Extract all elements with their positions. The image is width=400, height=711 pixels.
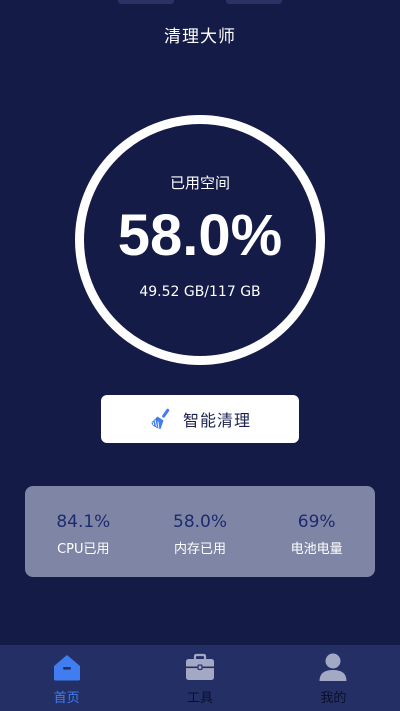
stat-value: 69%: [297, 512, 336, 532]
status-strip-segment: [118, 0, 174, 4]
tab-tools[interactable]: 工具: [133, 645, 266, 711]
toolbox-icon: [185, 653, 214, 680]
status-strip: [0, 0, 400, 4]
status-strip-segment: [226, 0, 282, 4]
storage-usage-text: 49.52 GB/117 GB: [139, 284, 261, 300]
stat-label: 内存已用: [174, 542, 227, 557]
storage-label: 已用空间: [169, 174, 230, 192]
tab-home[interactable]: 首页: [0, 645, 133, 711]
bottom-tab-bar: 首页 工具 我的: [0, 645, 400, 711]
stat-label: 电池电量: [290, 542, 343, 557]
smart-clean-button[interactable]: 智能清理: [101, 395, 299, 443]
stat-value: 58.0%: [173, 512, 228, 532]
storage-percent: 58.0%: [117, 203, 283, 268]
tab-label: 我的: [320, 691, 347, 706]
tab-label: 首页: [53, 691, 80, 706]
stat-value: 84.1%: [56, 512, 111, 532]
smart-clean-label: 智能清理: [182, 411, 251, 430]
profile-icon: [319, 653, 347, 681]
stat-label: CPU已用: [57, 542, 110, 557]
page-title: 清理大师: [164, 27, 236, 47]
system-stats-card: 84.1% CPU已用 58.0% 内存已用 69% 电池电量: [25, 486, 375, 577]
tab-label: 工具: [186, 691, 213, 706]
tab-profile[interactable]: 我的: [267, 645, 400, 711]
stat-memory: 58.0% 内存已用: [142, 486, 259, 577]
home-icon: [53, 655, 80, 681]
stat-cpu: 84.1% CPU已用: [25, 486, 142, 577]
stat-battery: 69% 电池电量: [258, 486, 375, 577]
broom-icon: [149, 407, 173, 431]
